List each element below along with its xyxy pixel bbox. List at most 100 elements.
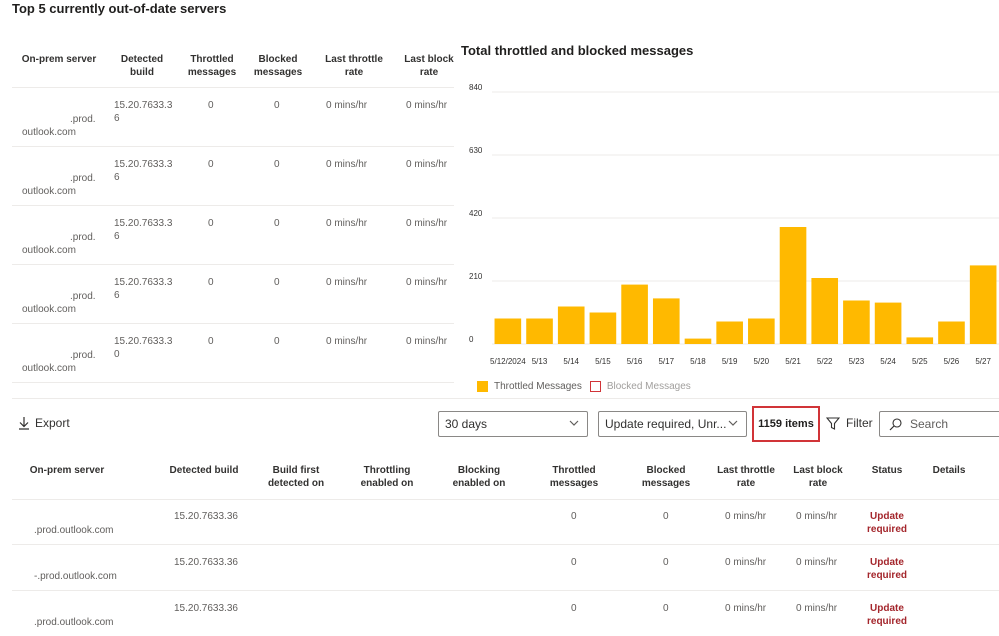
col-detected-build[interactable]: Detected build bbox=[164, 464, 244, 477]
block-rate: 0 mins/hr bbox=[796, 511, 838, 522]
server-domain: outlook.com bbox=[22, 186, 76, 197]
throttle-rate: 0 mins/hr bbox=[326, 336, 368, 347]
x-tick-label: 5/12/2024 bbox=[490, 357, 526, 366]
col-blocking-enabled[interactable]: Blocking enabled on bbox=[442, 464, 516, 490]
throttle-rate: 0 mins/hr bbox=[326, 218, 368, 229]
export-button[interactable]: Export bbox=[18, 416, 70, 430]
throttled-count: 0 bbox=[208, 277, 214, 288]
x-tick-label: 5/25 bbox=[912, 357, 928, 366]
y-tick-label: 420 bbox=[469, 209, 483, 218]
detected-build: 15.20.7633.36 bbox=[114, 100, 173, 124]
server-name: .prod.outlook.com bbox=[34, 617, 114, 628]
bar-throttled[interactable] bbox=[874, 302, 902, 344]
detected-build: 15.20.7633.36 bbox=[114, 277, 173, 301]
status-badge[interactable]: Update required bbox=[862, 556, 912, 582]
blocked-count: 0 bbox=[274, 277, 280, 288]
bar-throttled[interactable] bbox=[621, 284, 648, 344]
filter-button[interactable]: Filter bbox=[826, 416, 873, 430]
bar-throttled[interactable] bbox=[748, 318, 775, 345]
col-detected-build[interactable]: Detected build bbox=[110, 53, 174, 79]
col-throttled-messages[interactable]: Throttled messages bbox=[542, 464, 606, 490]
col-throttled-messages[interactable]: Throttled messages bbox=[184, 53, 240, 79]
legend-throttled-label: Throttled Messages bbox=[494, 381, 582, 392]
throttle-rate: 0 mins/hr bbox=[725, 511, 767, 522]
col-last-block-rate[interactable]: Last block rate bbox=[788, 464, 848, 490]
x-tick-label: 5/20 bbox=[754, 357, 770, 366]
bar-throttled[interactable] bbox=[716, 321, 743, 345]
throttled-count: 0 bbox=[208, 218, 214, 229]
x-tick-label: 5/22 bbox=[817, 357, 833, 366]
top-table-row[interactable]: .prod. outlook.com 15.20.7633.36 0 0 0 mins/h… bbox=[12, 88, 454, 147]
table-row[interactable]: .prod.outlook.com 15.20.7633.36 0 0 0 mins/h… bbox=[12, 500, 999, 545]
blocked-count: 0 bbox=[663, 511, 669, 522]
col-last-throttle-rate[interactable]: Last throttle rate bbox=[318, 53, 390, 79]
top-table-header: On-prem server Detected build Throttled … bbox=[12, 50, 454, 88]
server-domain: outlook.com bbox=[22, 127, 76, 138]
chart-title: Total throttled and blocked messages bbox=[461, 43, 694, 58]
status-badge[interactable]: Update required bbox=[862, 510, 912, 536]
block-rate: 0 mins/hr bbox=[406, 218, 448, 229]
y-tick-label: 630 bbox=[469, 146, 483, 155]
top-table-row[interactable]: .prod. outlook.com 15.20.7633.36 0 0 0 mins/h… bbox=[12, 265, 454, 324]
server-name: .prod.outlook.com bbox=[34, 525, 114, 536]
throttled-count: 0 bbox=[571, 511, 577, 522]
x-tick-label: 5/13 bbox=[532, 357, 548, 366]
bar-throttled[interactable] bbox=[684, 338, 712, 344]
col-last-block-rate[interactable]: Last block rate bbox=[398, 53, 460, 79]
table-row[interactable]: .prod.outlook.com 15.20.7633.36 0 0 0 mins/h… bbox=[12, 592, 999, 636]
bar-throttled[interactable] bbox=[843, 300, 870, 345]
col-on-prem-server[interactable]: On-prem server bbox=[18, 464, 116, 477]
blocked-count: 0 bbox=[663, 557, 669, 568]
throttle-rate: 0 mins/hr bbox=[725, 557, 767, 568]
date-range-dropdown[interactable]: 30 days bbox=[438, 411, 588, 437]
y-tick-label: 210 bbox=[469, 272, 483, 281]
x-tick-label: 5/18 bbox=[690, 357, 706, 366]
server-domain: outlook.com bbox=[22, 304, 76, 315]
bar-throttled[interactable] bbox=[494, 318, 522, 345]
table-row[interactable]: -.prod.outlook.com 15.20.7633.36 0 0 0 mins/… bbox=[12, 546, 999, 591]
bar-throttled[interactable] bbox=[526, 318, 553, 345]
legend-blocked[interactable]: Blocked Messages bbox=[589, 381, 691, 392]
throttled-swatch bbox=[477, 381, 488, 392]
chevron-down-icon bbox=[569, 420, 579, 426]
col-throttling-enabled[interactable]: Throttling enabled on bbox=[350, 464, 424, 490]
throttled-count: 0 bbox=[208, 159, 214, 170]
col-status[interactable]: Status bbox=[864, 464, 910, 477]
x-tick-label: 5/14 bbox=[563, 357, 579, 366]
throttle-rate: 0 mins/hr bbox=[725, 603, 767, 614]
detected-build: 15.20.7633.30 bbox=[114, 336, 173, 360]
x-tick-label: 5/16 bbox=[627, 357, 643, 366]
status-filter-value: Update required, Unr... bbox=[605, 417, 727, 431]
blocked-count: 0 bbox=[274, 218, 280, 229]
search-input[interactable]: Search bbox=[879, 411, 999, 437]
col-details[interactable]: Details bbox=[926, 464, 972, 477]
bar-throttled[interactable] bbox=[557, 306, 585, 345]
top-table-row[interactable]: .prod. outlook.com 15.20.7633.30 0 0 0 mins/h… bbox=[12, 324, 454, 383]
col-build-first-detected[interactable]: Build first detected on bbox=[260, 464, 332, 490]
bar-chart: 0 210 420 630 840 5/12/2024 5/13 5/14 5/15 5/16 5/… bbox=[469, 83, 999, 366]
bar-throttled[interactable] bbox=[906, 337, 934, 344]
export-label: Export bbox=[35, 416, 70, 430]
status-badge[interactable]: Update required bbox=[862, 602, 912, 628]
bar-throttled[interactable] bbox=[779, 227, 807, 344]
col-blocked-messages[interactable]: Blocked messages bbox=[250, 53, 306, 79]
blocked-count: 0 bbox=[274, 100, 280, 111]
bar-throttled[interactable] bbox=[938, 321, 965, 345]
block-rate: 0 mins/hr bbox=[406, 100, 448, 111]
col-blocked-messages[interactable]: Blocked messages bbox=[634, 464, 698, 490]
throttled-count: 0 bbox=[571, 557, 577, 568]
status-filter-dropdown[interactable]: Update required, Unr... bbox=[598, 411, 747, 437]
y-tick-label: 840 bbox=[469, 83, 483, 92]
top-table-row[interactable]: .prod. outlook.com 15.20.7633.36 0 0 0 mins/h… bbox=[12, 206, 454, 265]
detected-build: 15.20.7633.36 bbox=[114, 218, 173, 242]
bar-throttled[interactable] bbox=[652, 298, 680, 344]
legend-throttled[interactable]: Throttled Messages bbox=[477, 381, 582, 392]
bar-throttled[interactable] bbox=[969, 265, 997, 344]
col-on-prem-server[interactable]: On-prem server bbox=[16, 53, 102, 66]
throttled-count: 0 bbox=[208, 100, 214, 111]
bar-throttled[interactable] bbox=[589, 312, 617, 345]
bar-throttled[interactable] bbox=[811, 278, 839, 344]
col-last-throttle-rate[interactable]: Last throttle rate bbox=[710, 464, 782, 490]
block-rate: 0 mins/hr bbox=[406, 336, 448, 347]
top-table-row[interactable]: .prod. outlook.com 15.20.7633.36 0 0 0 mins/h… bbox=[12, 147, 454, 206]
